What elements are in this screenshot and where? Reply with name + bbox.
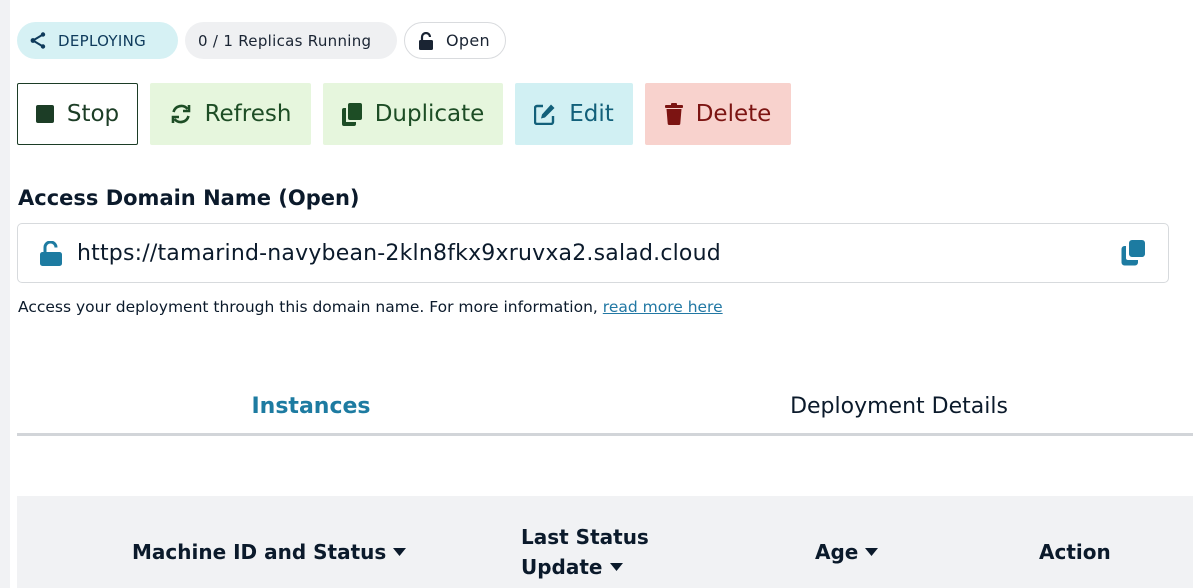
trash-icon xyxy=(664,103,683,125)
refresh-button[interactable]: Refresh xyxy=(150,83,311,145)
column-header-label: Machine ID and Status xyxy=(132,540,387,564)
duplicate-button-label: Duplicate xyxy=(374,101,485,127)
column-header-action: Action xyxy=(1039,540,1111,564)
page-title-clipped xyxy=(17,0,307,6)
access-domain-help-text: Access your deployment through this doma… xyxy=(18,298,603,316)
stop-button[interactable]: Stop xyxy=(17,83,138,145)
tab-deployment-details[interactable]: Deployment Details xyxy=(605,380,1193,436)
column-header-machine-id[interactable]: Machine ID and Status xyxy=(132,540,407,564)
refresh-icon xyxy=(171,104,190,124)
caret-down-icon xyxy=(609,563,623,571)
column-header-last-status-update[interactable]: Last Status Update xyxy=(521,522,661,582)
edit-pencil-icon xyxy=(534,104,555,125)
access-domain-url[interactable]: https://tamarind-navybean-2kln8fkx9xruvx… xyxy=(77,241,721,266)
unlocked-padlock-icon xyxy=(419,31,433,50)
access-badge-label: Open xyxy=(446,31,490,50)
column-header-label: Action xyxy=(1039,540,1111,564)
copy-icon xyxy=(341,102,362,126)
replicas-badge: 0 / 1 Replicas Running xyxy=(185,22,397,59)
refresh-button-label: Refresh xyxy=(204,101,292,127)
access-domain-help: Access your deployment through this doma… xyxy=(18,298,723,316)
network-tree-icon xyxy=(30,32,46,49)
column-header-label-line2: Update xyxy=(521,555,603,579)
status-badge-deploying: DEPLOYING xyxy=(17,22,178,59)
caret-down-icon xyxy=(865,548,879,556)
stop-square-icon xyxy=(35,105,54,123)
stop-button-label: Stop xyxy=(66,101,120,127)
delete-button-label: Delete xyxy=(695,101,772,127)
delete-button[interactable]: Delete xyxy=(645,83,791,145)
status-badge-label: DEPLOYING xyxy=(58,31,147,50)
column-header-label: Age xyxy=(815,540,859,564)
copy-url-icon[interactable] xyxy=(1121,240,1145,270)
access-domain-heading: Access Domain Name (Open) xyxy=(18,186,360,210)
action-toolbar: Stop Refresh Duplicate Edit Delete xyxy=(17,83,791,145)
caret-down-icon xyxy=(393,548,407,556)
tab-instances[interactable]: Instances xyxy=(17,380,605,436)
unlocked-padlock-icon xyxy=(40,240,62,266)
access-domain-field: https://tamarind-navybean-2kln8fkx9xruvx… xyxy=(17,223,1169,283)
read-more-link[interactable]: read more here xyxy=(603,298,723,316)
status-badges: DEPLOYING 0 / 1 Replicas Running Open xyxy=(17,22,506,59)
deployment-tabs: Instances Deployment Details xyxy=(17,380,1193,436)
access-badge: Open xyxy=(404,22,506,59)
column-header-label: Last Status xyxy=(521,525,649,549)
edit-button[interactable]: Edit xyxy=(515,83,633,145)
left-panel-edge xyxy=(0,0,10,588)
duplicate-button[interactable]: Duplicate xyxy=(323,83,503,145)
edit-button-label: Edit xyxy=(569,101,614,127)
column-header-age[interactable]: Age xyxy=(815,540,879,564)
replicas-badge-label: 0 / 1 Replicas Running xyxy=(198,31,372,50)
instances-table-header: Machine ID and Status Last Status Update… xyxy=(17,496,1193,588)
